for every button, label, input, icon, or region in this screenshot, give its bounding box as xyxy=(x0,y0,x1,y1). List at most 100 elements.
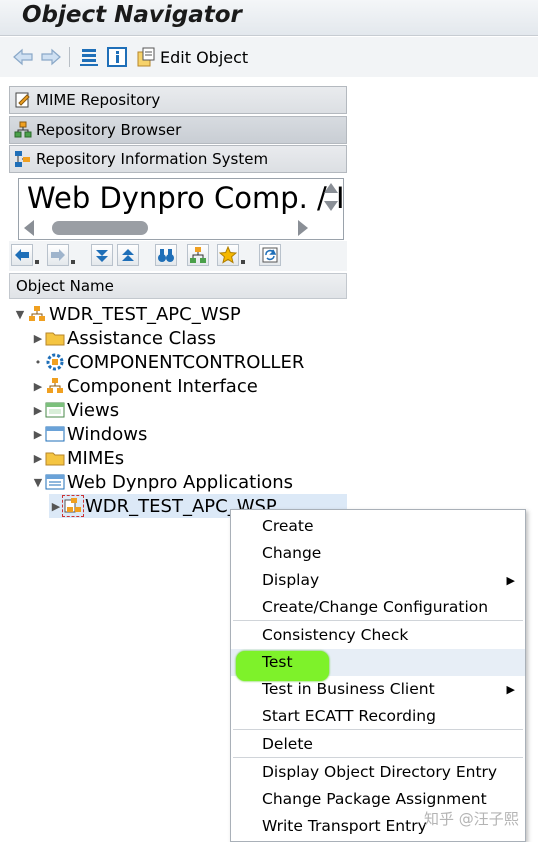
binoculars-icon xyxy=(158,249,174,262)
forward-button[interactable] xyxy=(40,45,62,69)
expand-icon[interactable]: ▶ xyxy=(31,452,45,465)
expand-icon[interactable]: ▶ xyxy=(31,380,45,393)
watermark: 知乎 @汪子熙 xyxy=(424,810,519,828)
controller-icon xyxy=(45,352,65,372)
column-header-object-name[interactable]: Object Name xyxy=(9,273,347,299)
component-icon xyxy=(45,376,65,396)
menu-item-change[interactable]: Change xyxy=(231,540,525,567)
edit-object-icon xyxy=(137,47,155,67)
collapse-icon[interactable]: ▼ xyxy=(31,476,45,489)
menu-item-label: Display Object Directory Entry xyxy=(262,763,498,781)
tree-node-web-dynpro-applications[interactable]: ▼ Web Dynpro Applications xyxy=(31,470,293,494)
application-icon xyxy=(62,495,84,517)
menu-item-label: Consistency Check xyxy=(262,626,409,644)
context-menu: Create Change Display ▶ Create/Change Con… xyxy=(230,509,526,842)
info-button[interactable] xyxy=(106,45,128,69)
title-bar: Object Navigator xyxy=(0,0,538,36)
horizontal-scrollbar[interactable] xyxy=(22,218,310,238)
menu-item-test[interactable]: Test xyxy=(231,649,525,681)
scroll-up-icon[interactable] xyxy=(321,179,341,197)
menu-item-delete[interactable]: Delete xyxy=(231,731,525,758)
mime-repository-button[interactable]: MIME Repository xyxy=(9,86,347,114)
structure-button[interactable] xyxy=(187,244,209,266)
expand-icon[interactable]: ▶ xyxy=(31,428,45,441)
menu-separator xyxy=(233,620,523,621)
mime-icon xyxy=(15,92,30,108)
stack-icon xyxy=(80,49,98,66)
tree-node-assistance-class[interactable]: ▶ Assistance Class xyxy=(31,326,216,350)
submenu-arrow-icon: ▶ xyxy=(506,574,515,587)
expand-icon[interactable]: ▶ xyxy=(31,332,45,345)
tree-root-node[interactable]: ▼ WDR_TEST_APC_WSP xyxy=(13,302,241,326)
back-arrow-icon xyxy=(13,48,33,66)
collapse-icon[interactable]: ▼ xyxy=(13,308,27,321)
menu-item-test-in-business-client[interactable]: Test in Business Client ▶ xyxy=(231,676,525,703)
tree-node-componentcontroller[interactable]: • COMPONENTCONTROLLER xyxy=(31,350,305,374)
repository-browser-label: Repository Browser xyxy=(36,121,182,139)
favorites-button[interactable] xyxy=(217,244,239,266)
toolbar-separator xyxy=(69,47,70,67)
forward-arrow-icon xyxy=(41,48,61,66)
tree-node-label: Component Interface xyxy=(67,375,258,397)
info-icon xyxy=(107,47,127,67)
expand-all-button[interactable] xyxy=(91,244,113,266)
menu-item-label: Delete xyxy=(262,735,313,753)
refresh-icon xyxy=(262,247,278,263)
menu-item-label: Write Transport Entry xyxy=(262,817,427,835)
menu-item-label: Create xyxy=(262,517,314,535)
folder-icon xyxy=(45,328,65,348)
menu-item-label: Create/Change Configuration xyxy=(262,598,489,616)
submenu-arrow-icon: ▶ xyxy=(506,683,515,696)
menu-item-label: Start ECATT Recording xyxy=(262,707,436,725)
tree-node-component-interface[interactable]: ▶ Component Interface xyxy=(31,374,258,398)
forward-arrow-icon xyxy=(51,249,65,261)
menu-item-display[interactable]: Display ▶ xyxy=(231,567,525,594)
refresh-button[interactable] xyxy=(259,244,281,266)
tree-node-label: MIMEs xyxy=(67,447,125,469)
menu-item-create[interactable]: Create xyxy=(231,513,525,540)
folder-icon xyxy=(45,448,65,468)
tree-back-button[interactable] xyxy=(11,244,33,266)
dropdown-indicator xyxy=(71,260,75,264)
collapse-all-button[interactable] xyxy=(117,244,139,266)
windows-icon xyxy=(45,424,65,444)
tree-root-label: WDR_TEST_APC_WSP xyxy=(49,303,241,325)
menu-item-start-ecatt-recording[interactable]: Start ECATT Recording xyxy=(231,703,525,730)
page-title: Object Navigator xyxy=(22,2,242,28)
expand-icon[interactable]: ▶ xyxy=(49,500,63,513)
expand-icon[interactable]: ▶ xyxy=(31,404,45,417)
menu-item-consistency-check[interactable]: Consistency Check xyxy=(231,622,525,649)
hierarchy-button[interactable] xyxy=(78,45,100,69)
menu-item-label: Test in Business Client xyxy=(262,680,435,698)
tree-toolbar xyxy=(9,241,347,271)
info-system-icon xyxy=(15,151,30,167)
menu-item-label: Change xyxy=(262,544,322,562)
tree-node-label: Windows xyxy=(67,423,148,445)
menu-separator xyxy=(233,757,523,758)
scroll-down-icon[interactable] xyxy=(321,197,341,215)
back-arrow-icon xyxy=(15,249,29,261)
tree-node-label: Web Dynpro Applications xyxy=(67,471,294,493)
expand-icon xyxy=(96,250,108,262)
applications-icon xyxy=(45,472,65,492)
menu-item-create-change-configuration[interactable]: Create/Change Configuration xyxy=(231,594,525,621)
edit-object-button[interactable]: Edit Object xyxy=(135,45,248,69)
repository-info-system-button[interactable]: Repository Information System xyxy=(9,145,347,173)
tree-node-label: Assistance Class xyxy=(67,327,216,349)
back-button[interactable] xyxy=(12,45,34,69)
repository-info-system-label: Repository Information System xyxy=(36,150,269,168)
tree-forward-button[interactable] xyxy=(47,244,69,266)
find-button[interactable] xyxy=(155,244,177,266)
hierarchy-icon xyxy=(14,121,32,138)
edit-object-label: Edit Object xyxy=(160,47,249,67)
tree-node-windows[interactable]: ▶ Windows xyxy=(31,422,148,446)
main-toolbar: Edit Object xyxy=(0,37,538,77)
tree-node-mimes[interactable]: ▶ MIMEs xyxy=(31,446,124,470)
repository-browser-button[interactable]: Repository Browser xyxy=(9,116,347,144)
tree-node-views[interactable]: ▶ Views xyxy=(31,398,119,422)
menu-item-label: Display xyxy=(262,571,320,589)
component-icon xyxy=(27,304,47,324)
menu-item-label: Test xyxy=(262,653,293,671)
menu-item-display-object-directory-entry[interactable]: Display Object Directory Entry xyxy=(231,759,525,786)
mime-repository-label: MIME Repository xyxy=(36,91,161,109)
